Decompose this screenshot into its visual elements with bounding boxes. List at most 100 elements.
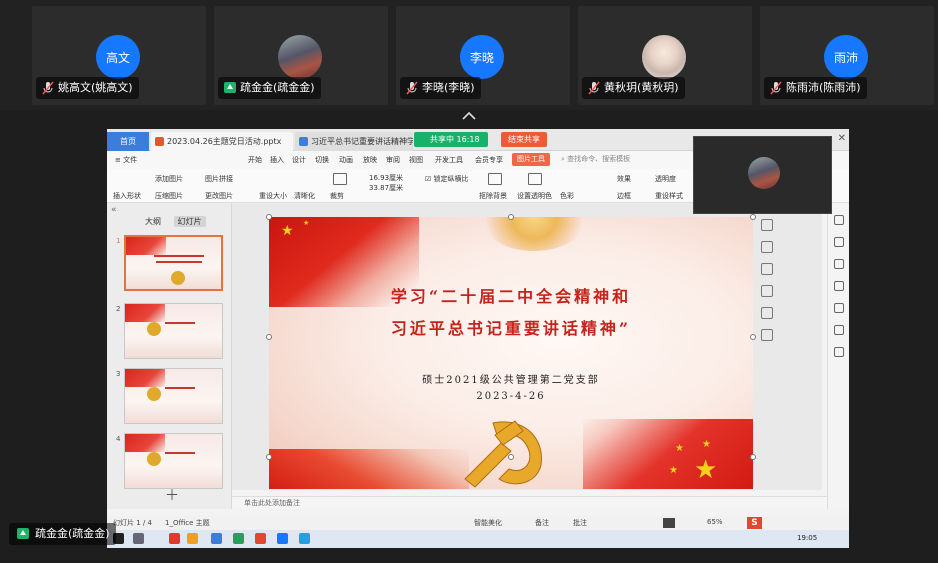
menu-item[interactable]: 插入 [270, 155, 284, 165]
resize-handle[interactable] [508, 214, 514, 220]
app-icon[interactable] [211, 533, 222, 544]
lock-ratio-checkbox[interactable]: ☑ 锁定纵横比 [425, 174, 469, 184]
ribbon-reset-size[interactable]: 重设大小 [259, 191, 287, 201]
comments-button[interactable]: 批注 [573, 518, 587, 528]
ribbon-remove-bg[interactable]: 抠除背景 [479, 191, 507, 201]
self-video-preview[interactable] [693, 136, 832, 214]
command-search[interactable]: ⌕ 查找命令、搜索模板 [561, 154, 651, 166]
edit-icon[interactable] [761, 307, 773, 319]
ribbon-reset-style[interactable]: 重设样式 [655, 191, 683, 201]
adjust-icon[interactable] [834, 237, 844, 247]
participant-name-tag: 陈雨沛(陈雨沛) [764, 77, 867, 99]
ribbon-transparent-color[interactable]: 设置透明色 [517, 191, 552, 201]
zoom-icon[interactable] [761, 241, 773, 253]
menu-item[interactable]: 开始 [248, 155, 262, 165]
search-icon[interactable] [133, 533, 144, 544]
menu-item[interactable]: 切换 [315, 155, 329, 165]
ribbon-effect[interactable]: 效果 [617, 174, 631, 184]
close-icon[interactable]: ✕ [838, 133, 846, 144]
animation-icon[interactable] [834, 281, 844, 291]
star-icon: ★ [669, 465, 678, 476]
slide-number: 4 [116, 435, 121, 443]
ribbon-transparency[interactable]: 透明度 [655, 174, 676, 184]
height-field[interactable]: 16.93厘米 [369, 173, 403, 183]
participant-tile[interactable]: 黄秋玥(黄秋玥) [578, 6, 752, 105]
resize-handle[interactable] [266, 454, 272, 460]
resize-handle[interactable] [750, 454, 756, 460]
slide-organization: 硕士2021级公共管理第二党支部 [422, 375, 600, 386]
property-icon[interactable] [834, 215, 844, 225]
width-field[interactable]: 33.87厘米 [369, 183, 403, 193]
menu-item[interactable]: 动画 [339, 155, 353, 165]
slide[interactable]: ★ ★ ★ ★ ★ ★ 学习“二十届二中全会精神和 习近平总书记重要讲话精神” … [269, 217, 753, 489]
participant-tile[interactable]: 疏金金(疏金金) [214, 6, 388, 105]
menu-item[interactable]: 放映 [363, 155, 377, 165]
help-icon[interactable] [834, 347, 844, 357]
tab-file[interactable]: 2023.04.26主题党日活动.pptx [151, 132, 293, 151]
crop-icon[interactable] [761, 263, 773, 275]
smart-beautify-button[interactable]: 智能美化 [474, 518, 502, 528]
resize-handle[interactable] [750, 214, 756, 220]
zoom-level[interactable]: 65% [707, 518, 723, 526]
menu-item[interactable]: 会员专享 [475, 155, 503, 165]
tab-outline[interactable]: 大纲 [145, 217, 161, 226]
menu-item[interactable]: 开发工具 [435, 155, 463, 165]
menu-file[interactable]: ≡ 文件 [115, 155, 137, 165]
menu-picture-tools[interactable]: 图片工具 [512, 153, 550, 166]
menu-item[interactable]: 审阅 [386, 155, 400, 165]
layers-icon[interactable] [761, 219, 773, 231]
app-icon[interactable] [299, 533, 310, 544]
notes-button[interactable]: 备注 [535, 518, 549, 528]
transparent-color-icon [528, 173, 542, 185]
slide-thumbnail[interactable] [124, 368, 223, 424]
app-icon[interactable] [187, 533, 198, 544]
ribbon-crop[interactable]: 裁剪 [330, 191, 344, 201]
ribbon-color[interactable]: 色彩 [560, 191, 574, 201]
stop-share-button[interactable]: 结束共享 [501, 132, 547, 147]
resize-handle[interactable] [266, 214, 272, 220]
sharing-timer: 共享中 16:18 [430, 135, 480, 144]
pptx-icon [155, 137, 164, 146]
participant-tile[interactable]: 李晓 李晓(李晓) [396, 6, 570, 105]
tab-document[interactable]: 习近平总书记重要讲话精神学习 [295, 132, 413, 151]
menu-item[interactable]: 视图 [409, 155, 423, 165]
ribbon-picture-stitch[interactable]: 图片拼接 [205, 174, 233, 184]
browser-icon[interactable] [233, 533, 244, 544]
ribbon-sharpen[interactable]: 清晰化 [294, 191, 315, 201]
wps-icon[interactable] [255, 533, 266, 544]
ribbon-border[interactable]: 边框 [617, 191, 631, 201]
clock: 19:05 [797, 534, 818, 542]
notes-area[interactable]: 单击此处添加备注 [232, 496, 827, 509]
mic-off-icon [406, 81, 418, 95]
participant-tile[interactable]: 雨沛 陈雨沛(陈雨沛) [760, 6, 934, 105]
doc-icon [299, 137, 308, 146]
share-icon[interactable] [834, 303, 844, 313]
app-icon[interactable] [169, 533, 180, 544]
play-icon[interactable] [663, 518, 675, 528]
style-icon[interactable] [834, 259, 844, 269]
settings-icon[interactable] [834, 325, 844, 335]
tab-slides[interactable]: 幻灯片 [173, 216, 206, 227]
participant-name-tag: 黄秋玥(黄秋玥) [582, 77, 685, 99]
ribbon-change-picture[interactable]: 更改图片 [205, 191, 233, 201]
star-icon: ★ [675, 443, 684, 454]
more-icon[interactable] [761, 329, 773, 341]
app-icon[interactable] [277, 533, 288, 544]
tab-home[interactable]: 首页 [107, 132, 149, 151]
lightbulb-icon[interactable] [761, 285, 773, 297]
chevron-up-icon[interactable] [461, 110, 477, 122]
add-slide-button[interactable]: ＋ [165, 485, 179, 505]
ribbon-compress[interactable]: 压缩图片 [155, 191, 183, 201]
ribbon-add-picture[interactable]: 添加图片 [155, 174, 183, 184]
slide-thumbnail[interactable] [124, 303, 223, 359]
resize-handle[interactable] [508, 454, 514, 460]
slide-thumbnail[interactable] [124, 433, 223, 489]
resize-handle[interactable] [750, 334, 756, 340]
ribbon-insert-shape[interactable]: 插入形状 [113, 191, 141, 201]
slide-thumbnail[interactable] [124, 235, 223, 291]
collapse-panel-icon[interactable]: « [111, 205, 117, 215]
menu-item[interactable]: 设计 [292, 155, 306, 165]
participant-tile[interactable]: 高文 姚高文(姚高文) [32, 6, 206, 105]
resize-handle[interactable] [266, 334, 272, 340]
party-emblem-icon [464, 420, 542, 488]
